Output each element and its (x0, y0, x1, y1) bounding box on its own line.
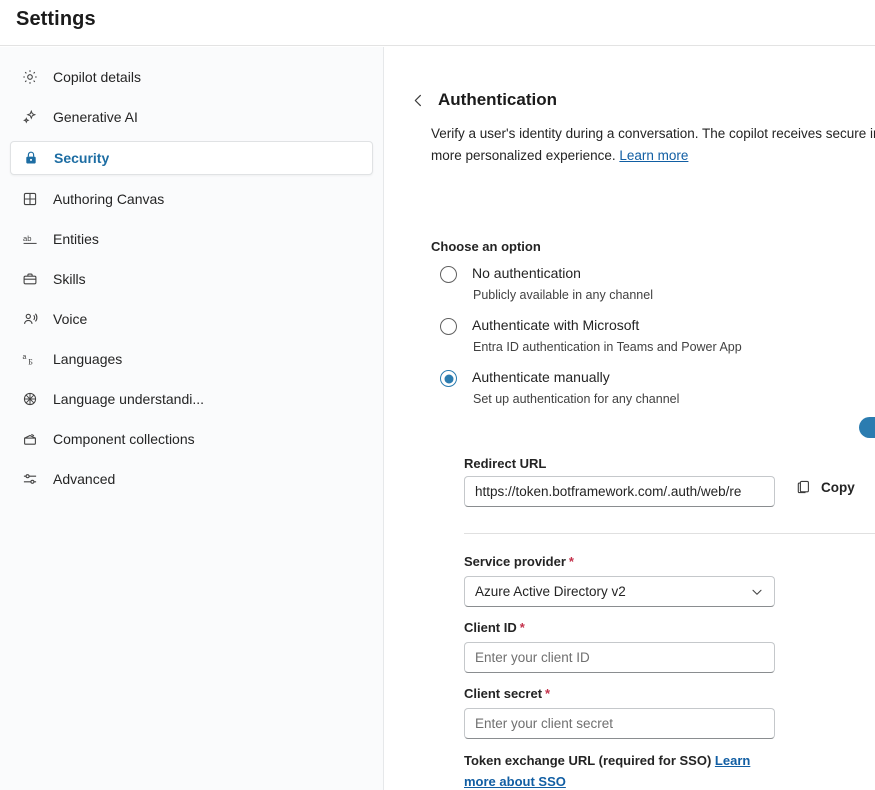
sidebar-item-component-collections[interactable]: Component collections (10, 423, 373, 455)
sidebar-item-label: Entities (53, 231, 99, 247)
service-provider-select[interactable]: Azure Active Directory v2 (464, 576, 775, 607)
page-title: Settings (16, 8, 96, 30)
panel-description: Verify a user's identity during a conver… (431, 123, 875, 167)
client-id-label-text: Client ID (464, 620, 517, 635)
svg-text:a: a (22, 354, 26, 361)
gear-icon (20, 67, 40, 87)
sidebar-item-label: Voice (53, 311, 88, 327)
sidebar-item-languages[interactable]: a Б Languages (10, 343, 373, 375)
sidebar-item-security[interactable]: Security (10, 141, 373, 175)
sliders-icon (20, 469, 40, 489)
choose-option-label: Choose an option (431, 239, 541, 254)
require-sign-in-row: Require users to sign in (859, 417, 875, 438)
client-secret-label-text: Client secret (464, 686, 543, 701)
grid-icon (20, 189, 40, 209)
radio-no-authentication-subtitle: Publicly available in any channel (473, 288, 653, 302)
radio-authenticate-manually[interactable]: Authenticate manually (440, 368, 610, 387)
radio-mark-selected (440, 370, 457, 387)
panel-title: Authentication (438, 90, 557, 109)
client-secret-input[interactable]: Enter your client secret (464, 708, 775, 739)
radio-label: Authenticate manually (472, 369, 610, 385)
client-secret-label: Client secret * (464, 684, 550, 703)
sidebar-item-label: Component collections (53, 431, 195, 447)
person-voice-icon (20, 309, 40, 329)
ab-text-icon: ab (20, 229, 40, 249)
radio-mark (440, 266, 457, 283)
radio-authenticate-manually-subtitle: Set up authentication for any channel (473, 392, 680, 406)
required-asterisk: * (568, 554, 574, 569)
authentication-panel: Authentication Verify a user's identity … (385, 47, 875, 790)
sidebar-item-copilot-details[interactable]: Copilot details (10, 61, 373, 93)
chevron-left-icon[interactable] (406, 88, 430, 112)
svg-text:ab: ab (23, 234, 31, 243)
service-provider-value: Azure Active Directory v2 (475, 584, 626, 599)
sidebar-item-label: Authoring Canvas (53, 191, 165, 207)
required-asterisk: * (545, 686, 551, 701)
copy-button-label: Copy (821, 480, 855, 495)
radio-mark (440, 318, 457, 335)
token-exchange-url-label: Token exchange URL (required for SSO) Le… (464, 750, 764, 790)
required-asterisk: * (519, 620, 525, 635)
radio-label: Authenticate with Microsoft (472, 317, 640, 333)
component-collection-icon (20, 429, 40, 449)
sidebar-item-label: Security (54, 150, 110, 166)
app-header: Settings (0, 0, 875, 46)
copy-icon (796, 479, 813, 496)
radio-authenticate-with-microsoft[interactable]: Authenticate with Microsoft (440, 316, 639, 335)
learn-more-link[interactable]: Learn more (619, 148, 688, 163)
sparkle-icon (20, 107, 40, 127)
section-divider (464, 533, 875, 534)
lock-icon (21, 148, 41, 168)
service-provider-label: Service provider * (464, 552, 574, 571)
token-exchange-url-label-text: Token exchange URL (required for SSO) (464, 753, 712, 768)
chevron-down-icon (750, 585, 764, 599)
settings-sidebar: Copilot details Generative AI Security A… (0, 47, 384, 790)
sidebar-item-advanced[interactable]: Advanced (10, 463, 373, 495)
redirect-url-label: Redirect URL (464, 456, 547, 471)
sidebar-item-authoring-canvas[interactable]: Authoring Canvas (10, 183, 373, 215)
sidebar-item-label: Skills (53, 271, 86, 287)
copy-button[interactable]: Copy (796, 479, 855, 496)
sidebar-item-label: Advanced (53, 471, 116, 487)
service-provider-label-text: Service provider (464, 554, 566, 569)
sidebar-item-label: Languages (53, 351, 123, 367)
brain-circuit-icon (20, 389, 40, 409)
sidebar-item-label: Copilot details (53, 69, 141, 85)
sidebar-item-label: Generative AI (53, 109, 138, 125)
sidebar-item-language-understanding[interactable]: Language understandi... (10, 383, 373, 415)
sidebar-item-entities[interactable]: ab Entities (10, 223, 373, 255)
radio-label: No authentication (472, 265, 581, 281)
panel-header: Authentication (385, 88, 557, 112)
sidebar-item-generative-ai[interactable]: Generative AI (10, 101, 373, 133)
redirect-url-input[interactable]: https://token.botframework.com/.auth/web… (464, 476, 775, 507)
require-sign-in-toggle[interactable] (859, 417, 875, 438)
radio-no-authentication[interactable]: No authentication (440, 264, 581, 283)
translate-icon: a Б (20, 349, 40, 369)
sidebar-item-voice[interactable]: Voice (10, 303, 373, 335)
client-id-label: Client ID * (464, 618, 525, 637)
sidebar-item-skills[interactable]: Skills (10, 263, 373, 295)
radio-authenticate-with-microsoft-subtitle: Entra ID authentication in Teams and Pow… (473, 340, 742, 354)
svg-text:Б: Б (28, 357, 33, 366)
briefcase-icon (20, 269, 40, 289)
sidebar-item-label: Language understandi... (53, 391, 205, 407)
client-id-input[interactable]: Enter your client ID (464, 642, 775, 673)
